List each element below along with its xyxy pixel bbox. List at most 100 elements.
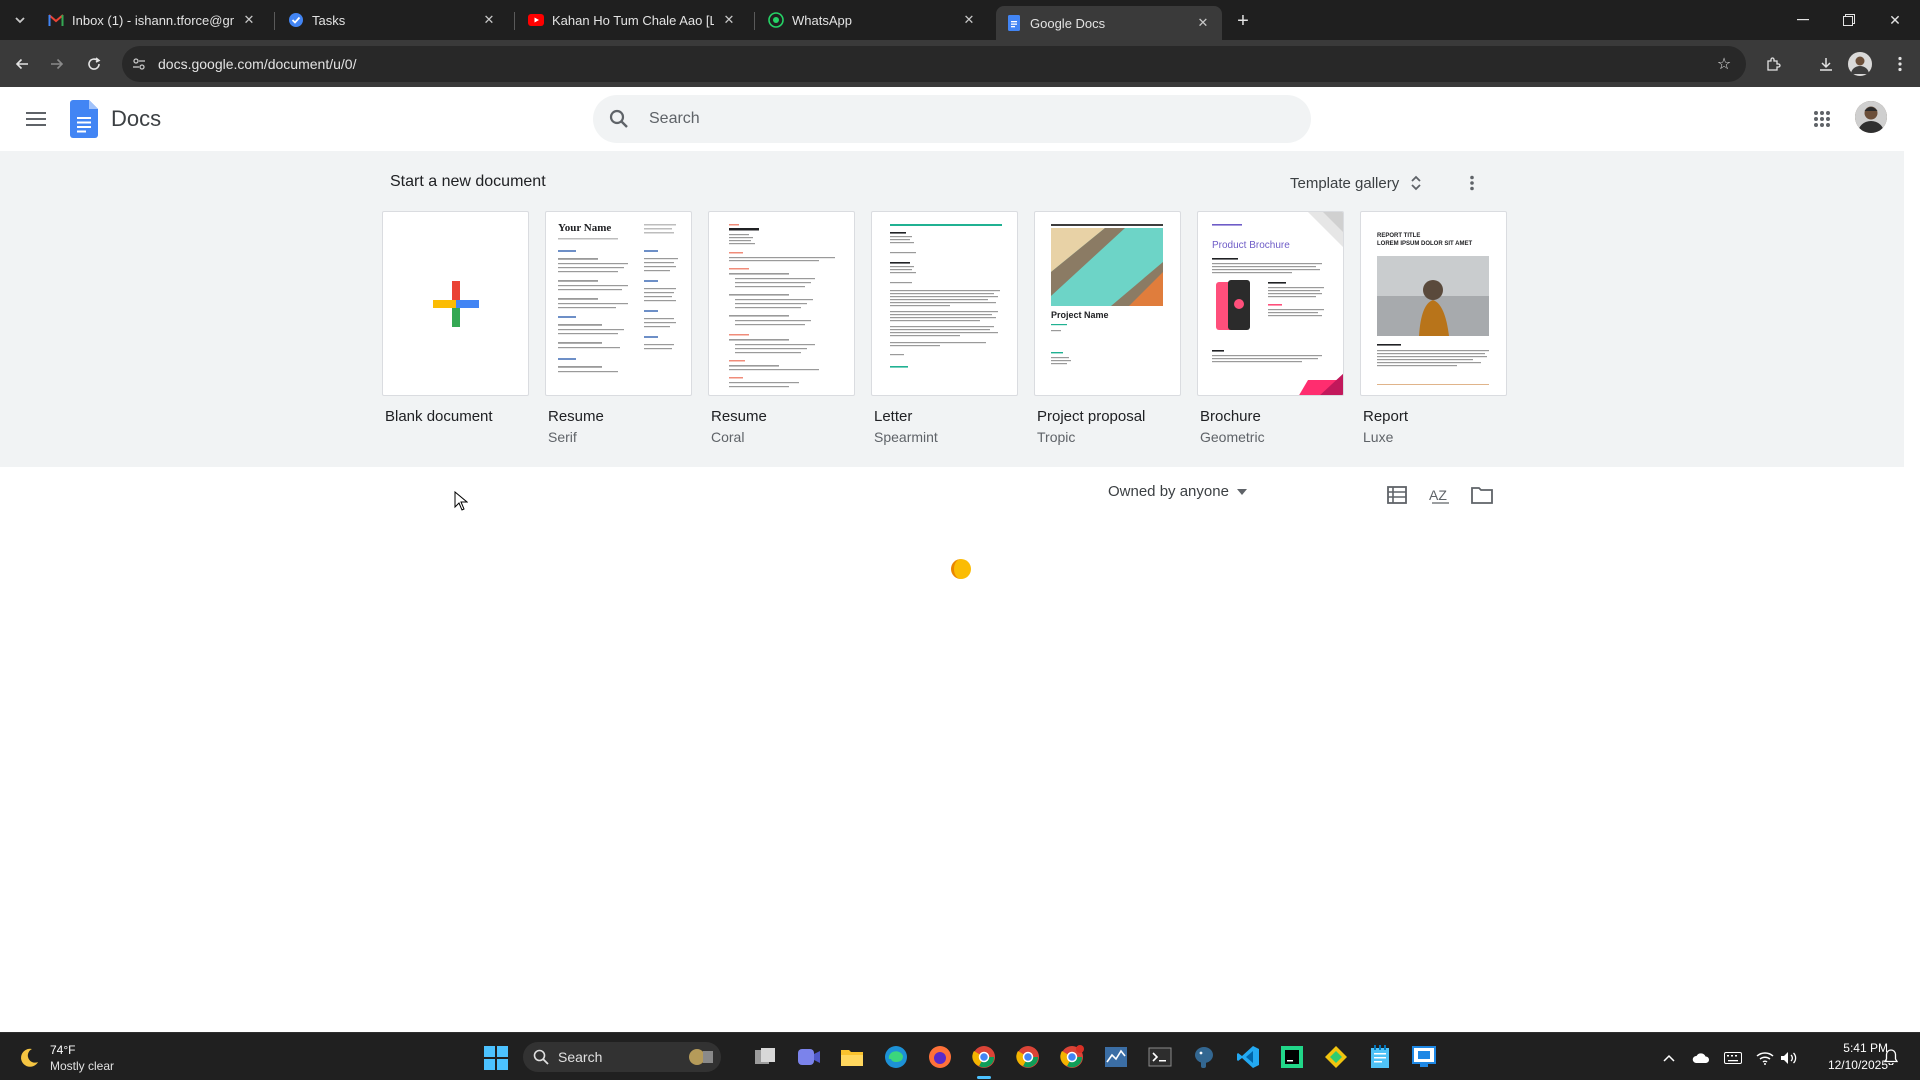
close-tab-icon[interactable]: ✕: [720, 11, 738, 29]
chrome-icon[interactable]: [1014, 1043, 1042, 1071]
resume-coral-lines-preview: [729, 224, 835, 388]
extensions-puzzle-icon[interactable]: [1759, 50, 1787, 78]
firefox-icon[interactable]: [926, 1043, 954, 1071]
address-bar[interactable]: docs.google.com/document/u/0/ ☆: [122, 46, 1746, 82]
tab-youtube[interactable]: Kahan Ho Tum Chale Aao [Lyrics] ✕: [518, 4, 748, 36]
chrome-secondary-icon[interactable]: [1058, 1043, 1086, 1071]
template-project-proposal-tropic[interactable]: Project Name Project proposal Tropic: [1034, 211, 1181, 445]
edge-browser-icon[interactable]: [882, 1043, 910, 1071]
search-bar[interactable]: [593, 95, 1311, 143]
main-menu-hamburger-icon[interactable]: [20, 103, 52, 135]
tab-gmail[interactable]: Inbox (1) - ishann.tforce@gmail.com ✕: [38, 4, 268, 36]
template-gallery-button[interactable]: Template gallery: [1282, 165, 1431, 201]
git-diamond-icon[interactable]: [1322, 1043, 1350, 1071]
monitor-chart-app-icon[interactable]: [1102, 1043, 1130, 1071]
download-icon[interactable]: [1812, 50, 1840, 78]
more-options-kebab-icon[interactable]: [1458, 169, 1486, 197]
close-tab-icon[interactable]: ✕: [960, 11, 978, 29]
browser-profile-avatar[interactable]: [1848, 52, 1872, 76]
wifi-icon[interactable]: [1756, 1049, 1774, 1067]
minimize-icon[interactable]: [1780, 0, 1826, 40]
tab-tasks[interactable]: Tasks ✕: [278, 4, 508, 36]
template-name: Resume: [711, 408, 767, 425]
terminal-icon[interactable]: [1146, 1043, 1174, 1071]
account-avatar[interactable]: [1855, 101, 1887, 133]
docs-icon: [1006, 15, 1022, 31]
weather-moon-icon[interactable]: [16, 1045, 42, 1071]
template-gallery-label: Template gallery: [1290, 174, 1400, 192]
pycharm-icon[interactable]: [1278, 1043, 1306, 1071]
tab-separator: [754, 12, 755, 30]
template-thumbnail[interactable]: [382, 211, 529, 396]
teams-meet-icon[interactable]: [795, 1043, 823, 1071]
file-picker-folder-icon[interactable]: [1469, 482, 1495, 508]
search-input[interactable]: [649, 107, 1269, 131]
bookmark-star-icon[interactable]: ☆: [1714, 54, 1734, 74]
template-thumbnail[interactable]: Product Brochure: [1197, 211, 1344, 396]
notification-bell-icon[interactable]: [1882, 1048, 1900, 1066]
taskbar-clock-time[interactable]: 5:41 PM: [1834, 1041, 1888, 1055]
browser-menu-kebab-icon[interactable]: [1886, 50, 1914, 78]
list-view-icon[interactable]: [1384, 482, 1410, 508]
template-thumbnail[interactable]: Project Name: [1034, 211, 1181, 396]
restore-icon[interactable]: [1826, 0, 1872, 40]
remote-desktop-icon[interactable]: [1410, 1043, 1438, 1071]
close-tab-icon[interactable]: ✕: [1194, 14, 1212, 32]
app-title[interactable]: Docs: [111, 106, 161, 132]
sort-az-icon[interactable]: AZ: [1427, 482, 1453, 508]
template-thumbnail[interactable]: Your Name: [545, 211, 692, 396]
template-brochure-geometric[interactable]: Product Brochure Brochure Geometric: [1197, 211, 1344, 445]
volume-speaker-icon[interactable]: [1780, 1049, 1798, 1067]
search-icon[interactable]: [607, 107, 631, 131]
gmail-icon: [48, 12, 64, 28]
thumb-heading: Product Brochure: [1212, 240, 1290, 251]
template-name: Letter: [874, 408, 913, 425]
template-resume-serif[interactable]: Your Name Resume Serif: [545, 211, 692, 445]
onedrive-cloud-icon[interactable]: [1692, 1049, 1710, 1067]
windows-taskbar: 74°F Mostly clear Search 5:41 PM 12/10/2…: [0, 1032, 1920, 1080]
taskbar-search-box[interactable]: Search: [523, 1042, 721, 1072]
template-thumbnail[interactable]: [871, 211, 1018, 396]
template-subtitle: Luxe: [1363, 429, 1394, 445]
owner-filter-dropdown[interactable]: Owned by anyone: [1108, 483, 1247, 500]
tab-google-docs[interactable]: Google Docs ✕: [996, 6, 1222, 40]
close-tab-icon[interactable]: ✕: [240, 11, 258, 29]
back-arrow-icon[interactable]: [8, 50, 36, 78]
template-letter-spearmint[interactable]: Letter Spearmint: [871, 211, 1018, 445]
resume-serif-lines-preview: [558, 224, 678, 373]
tab-search-chevron-icon[interactable]: [6, 7, 34, 33]
template-thumbnail[interactable]: [708, 211, 855, 396]
weather-temperature[interactable]: 74°F: [50, 1043, 75, 1057]
tab-separator: [514, 12, 515, 30]
task-view-icon[interactable]: [751, 1043, 779, 1071]
chrome-profile-icon[interactable]: [970, 1043, 998, 1071]
reload-icon[interactable]: [80, 50, 108, 78]
template-resume-coral[interactable]: Resume Coral: [708, 211, 855, 445]
taskbar-clock-date[interactable]: 12/10/2025: [1818, 1058, 1888, 1072]
vscode-icon[interactable]: [1234, 1043, 1262, 1071]
weather-description[interactable]: Mostly clear: [50, 1059, 114, 1073]
docs-logo-icon[interactable]: [70, 100, 98, 138]
close-tab-icon[interactable]: ✕: [480, 11, 498, 29]
file-explorer-icon[interactable]: [838, 1043, 866, 1071]
address-url[interactable]: docs.google.com/document/u/0/: [158, 56, 356, 72]
new-tab-plus-icon[interactable]: +: [1230, 8, 1256, 34]
tab-whatsapp[interactable]: WhatsApp ✕: [758, 4, 988, 36]
show-hidden-icons-chevron-icon[interactable]: [1660, 1049, 1678, 1067]
close-window-icon[interactable]: ✕: [1872, 0, 1918, 40]
mouse-cursor-icon: [454, 491, 468, 511]
template-report-luxe[interactable]: REPORT TITLE LOREM IPSUM DOLOR SIT AMET …: [1360, 211, 1507, 445]
site-info-tune-icon[interactable]: [130, 55, 148, 73]
template-subtitle: Geometric: [1200, 429, 1265, 445]
forward-arrow-icon[interactable]: [43, 50, 71, 78]
postgresql-elephant-icon[interactable]: [1190, 1043, 1218, 1071]
notepad-icon[interactable]: [1366, 1043, 1394, 1071]
template-thumbnail[interactable]: REPORT TITLE LOREM IPSUM DOLOR SIT AMET: [1360, 211, 1507, 396]
svg-text:AZ: AZ: [1429, 487, 1447, 503]
template-name: Report: [1363, 408, 1409, 425]
keyboard-icon[interactable]: [1724, 1049, 1742, 1067]
report-luxe-preview: [1377, 256, 1489, 385]
template-blank-document[interactable]: Blank document: [382, 211, 529, 425]
windows-start-icon[interactable]: [483, 1045, 509, 1071]
google-apps-grid-icon[interactable]: [1810, 107, 1834, 131]
